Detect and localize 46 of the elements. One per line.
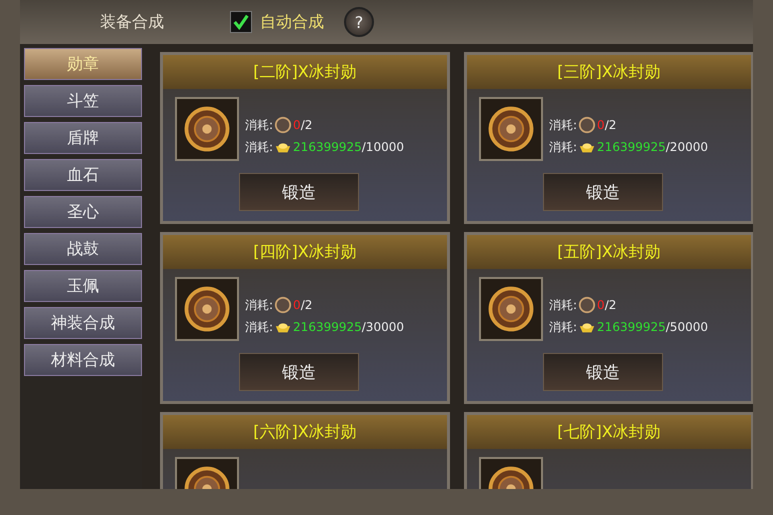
cost-amount: 216399925/20000 <box>597 140 708 154</box>
forge-button[interactable]: 锻造 <box>239 353 359 391</box>
medal-icon <box>274 116 292 134</box>
cost-amount: 0/2 <box>597 118 616 132</box>
cost-amount: 0/2 <box>293 118 312 132</box>
cost-label: 消耗: <box>549 116 578 134</box>
cost-label: 消耗: <box>245 318 274 336</box>
medal-icon <box>175 277 239 341</box>
cost-label: 消耗: <box>245 116 274 134</box>
medal-icon <box>578 116 596 134</box>
forge-button[interactable]: 锻造 <box>543 353 663 391</box>
category-tab[interactable]: 材料合成 <box>24 344 142 376</box>
cost-amount: 0/2 <box>597 298 616 312</box>
medal-icon <box>175 97 239 161</box>
recipe-title: [七阶]X冰封勋 <box>557 422 661 442</box>
category-tab[interactable]: 战鼓 <box>24 233 142 265</box>
cost-label: 消耗: <box>549 296 578 314</box>
medal-icon <box>479 97 543 161</box>
recipe-title: [四阶]X冰封勋 <box>253 242 357 262</box>
category-tab[interactable]: 圣心 <box>24 196 142 228</box>
cost-label: 消耗: <box>549 318 578 336</box>
cost-amount: 216399925/10000 <box>293 140 404 154</box>
auto-checkbox[interactable] <box>230 11 252 33</box>
category-tab[interactable]: 玉佩 <box>24 270 142 302</box>
auto-label: 自动合成 <box>260 12 324 32</box>
category-tab[interactable]: 盾牌 <box>24 122 142 154</box>
recipe-title: [五阶]X冰封勋 <box>557 242 661 262</box>
help-button[interactable]: ? <box>344 7 374 37</box>
window-title: 装备合成 <box>100 12 164 32</box>
medal-icon <box>479 277 543 341</box>
cost-amount: 216399925/30000 <box>293 320 404 334</box>
medal-icon <box>578 296 596 314</box>
cost-amount: 216399925/50000 <box>597 320 708 334</box>
recipe-title: [三阶]X冰封勋 <box>557 62 661 82</box>
cost-label: 消耗: <box>245 138 274 156</box>
cost-label: 消耗: <box>549 138 578 156</box>
forge-button[interactable]: 锻造 <box>239 173 359 211</box>
category-tab[interactable]: 神装合成 <box>24 307 142 339</box>
category-tab[interactable]: 血石 <box>24 159 142 191</box>
forge-button[interactable]: 锻造 <box>543 173 663 211</box>
medal-icon <box>274 296 292 314</box>
recipe-title: [二阶]X冰封勋 <box>253 62 357 82</box>
cost-label: 消耗: <box>245 296 274 314</box>
cost-amount: 0/2 <box>293 298 312 312</box>
category-tab[interactable]: 斗笠 <box>24 85 142 117</box>
recipe-title: [六阶]X冰封勋 <box>253 422 357 442</box>
